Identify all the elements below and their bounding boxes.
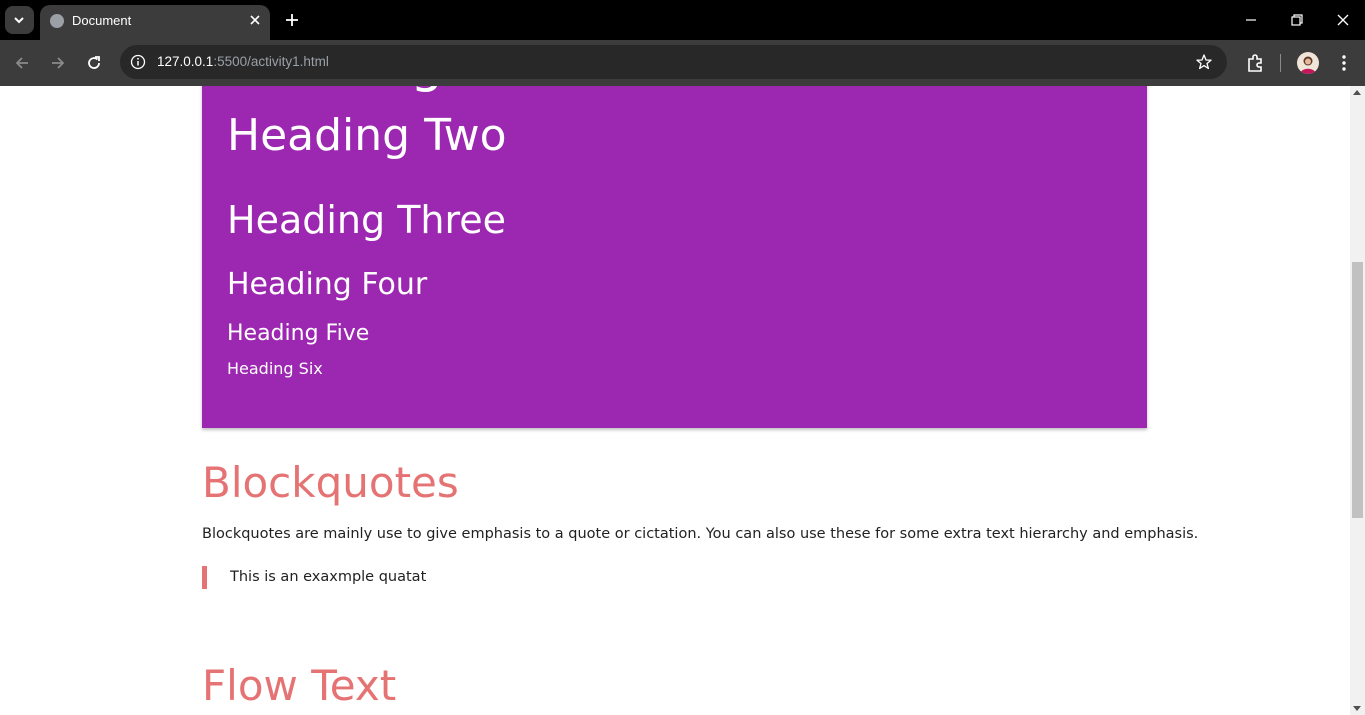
bookmark-star-icon[interactable]: [1195, 53, 1213, 71]
heading-six: Heading Six: [227, 359, 323, 378]
page-scrollbar[interactable]: [1350, 86, 1365, 715]
toolbar-divider: [1280, 54, 1281, 72]
heading-five: Heading Five: [227, 321, 370, 346]
heading-two: Heading Two: [227, 110, 507, 161]
blockquote-text: This is an exaxmple quatat: [230, 569, 427, 585]
tab-search-button[interactable]: [5, 6, 34, 34]
chevron-down-icon: [14, 17, 24, 24]
reload-icon[interactable]: [84, 53, 104, 73]
scroll-thumb[interactable]: [1352, 262, 1363, 518]
blockquotes-description: Blockquotes are mainly use to give empha…: [202, 526, 1199, 542]
example-blockquote: This is an exaxmple quatat: [202, 566, 426, 589]
extensions-icon[interactable]: [1244, 52, 1266, 74]
heading-three: Heading Three: [227, 198, 507, 242]
browser-tab[interactable]: Document: [40, 5, 270, 40]
scroll-down-arrow-icon[interactable]: [1353, 706, 1361, 711]
restore-icon[interactable]: [1287, 10, 1307, 30]
close-icon[interactable]: [246, 11, 264, 29]
globe-icon: [50, 14, 64, 28]
url-text: 127.0.0.1:5500/activity1.html: [157, 54, 329, 69]
scroll-up-arrow-icon[interactable]: [1353, 90, 1361, 95]
flow-text-title: Flow Text: [202, 661, 397, 710]
headings-card: Heading One Heading Two Heading Three He…: [202, 86, 1147, 428]
url-host: 127.0.0.1: [157, 54, 214, 69]
avatar-image: [1300, 56, 1316, 74]
new-tab-icon[interactable]: [282, 10, 302, 30]
back-icon[interactable]: [12, 53, 32, 73]
window-close-icon[interactable]: [1333, 10, 1353, 30]
site-info-icon[interactable]: [130, 54, 146, 70]
more-menu-icon[interactable]: [1334, 52, 1354, 74]
blockquotes-title: Blockquotes: [202, 458, 459, 507]
heading-four: Heading Four: [227, 267, 428, 302]
minimize-icon[interactable]: [1241, 10, 1261, 30]
forward-icon[interactable]: [48, 53, 68, 73]
tab-title: Document: [72, 13, 132, 28]
url-path: :5500/activity1.html: [213, 54, 329, 69]
heading-one: Heading One: [227, 86, 566, 94]
profile-avatar[interactable]: [1297, 52, 1319, 74]
page-viewport: Heading One Heading Two Heading Three He…: [0, 86, 1350, 715]
tab-strip: Document: [0, 0, 1365, 40]
address-bar[interactable]: 127.0.0.1:5500/activity1.html: [120, 45, 1227, 79]
browser-toolbar: 127.0.0.1:5500/activity1.html: [0, 40, 1365, 86]
